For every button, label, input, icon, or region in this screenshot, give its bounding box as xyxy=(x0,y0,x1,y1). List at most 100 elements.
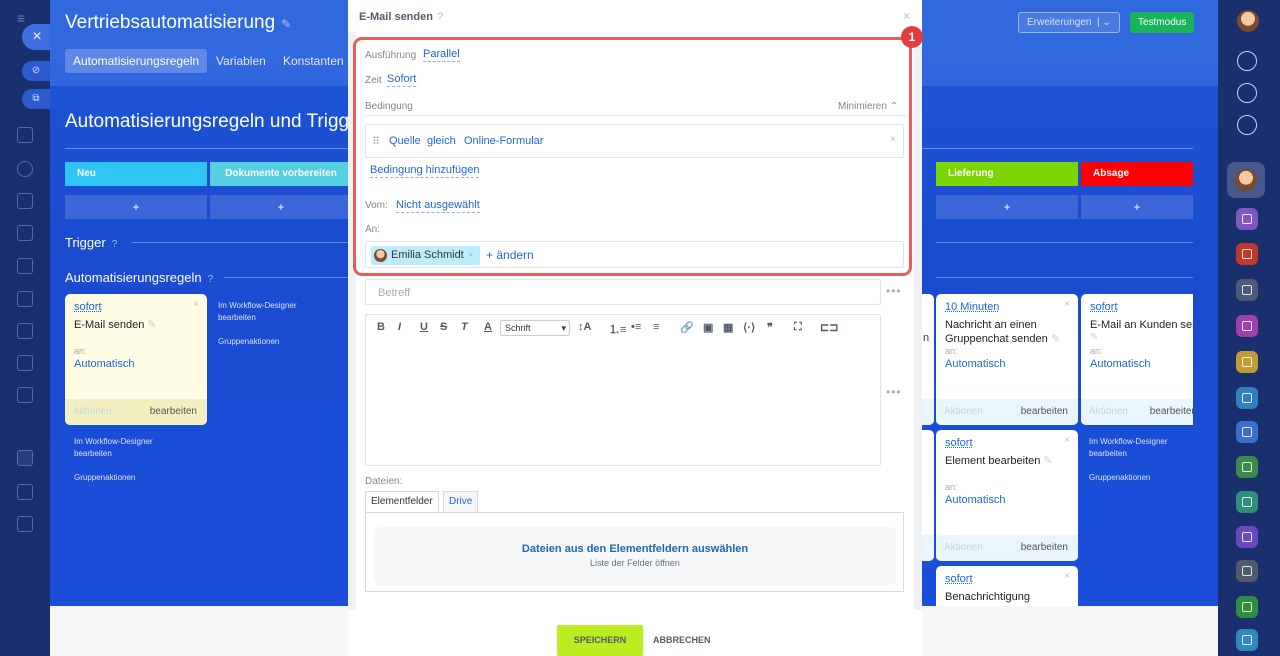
workflow-designer-link[interactable]: Im Workflow-Designer bearbeiten xyxy=(218,300,318,324)
task-icon[interactable] xyxy=(1236,456,1258,478)
tab-variables[interactable]: Variablen xyxy=(208,49,274,73)
image-icon[interactable]: ▣ xyxy=(703,321,713,334)
add-rule-button[interactable]: + xyxy=(1081,195,1193,219)
edit-pencil-icon[interactable]: ✎ xyxy=(1043,455,1052,467)
calendar-icon[interactable] xyxy=(17,387,33,403)
file-picker[interactable]: Dateien aus den Elementfeldern auswählen… xyxy=(374,527,896,585)
source-icon[interactable]: ⊏⊐ xyxy=(820,321,838,334)
more-options-icon[interactable]: ••• xyxy=(886,284,902,298)
feed-icon[interactable] xyxy=(17,127,33,143)
rule-delay[interactable]: sofort xyxy=(945,573,973,585)
rule-card[interactable]: sofort × Element bearbeiten ✎ an: Automa… xyxy=(936,430,1078,561)
copilot-icon[interactable] xyxy=(1237,83,1257,103)
rule-delay[interactable]: sofort xyxy=(1090,301,1118,313)
rule-delay[interactable]: 10 Minuten xyxy=(945,301,999,313)
ordered-list-button[interactable]: ⒈≡ xyxy=(609,321,626,337)
more-options-icon[interactable]: ••• xyxy=(886,385,902,399)
cart-icon[interactable] xyxy=(17,580,33,596)
user-avatar[interactable] xyxy=(1237,10,1259,32)
chat-icon[interactable] xyxy=(1236,526,1258,548)
rule-card[interactable]: sofort E-Mail an Kunden senden ✎ an: Aut… xyxy=(1081,294,1197,425)
tab-constants[interactable]: Konstanten xyxy=(275,49,352,73)
tab-automation-rules[interactable]: Automatisierungsregeln xyxy=(65,49,208,73)
edit-pencil-icon[interactable]: ✎ xyxy=(147,319,156,331)
documents-icon[interactable] xyxy=(17,225,33,241)
pin-icon[interactable]: ✎ xyxy=(281,17,291,31)
contact-avatar[interactable] xyxy=(1235,169,1257,191)
task-icon[interactable] xyxy=(1236,560,1258,582)
search-chat-icon[interactable] xyxy=(1237,115,1257,135)
cancel-button[interactable]: ABBRECHEN xyxy=(653,625,711,656)
edit-pencil-icon[interactable]: ✎ xyxy=(1090,332,1098,343)
task-icon[interactable] xyxy=(1236,243,1258,265)
rule-card[interactable]: sofort × E-Mail senden ✎ an: Automatisch… xyxy=(65,294,207,425)
automation-icon[interactable] xyxy=(17,450,33,466)
italic-button[interactable]: I xyxy=(398,321,401,333)
group-actions-link[interactable]: Gruppenaktionen xyxy=(1089,472,1150,484)
help-icon[interactable]: ? xyxy=(208,274,214,285)
extensions-button[interactable]: Erweiterungen | ⌄ xyxy=(1018,12,1120,33)
group-actions-link[interactable]: Gruppenaktionen xyxy=(74,472,135,484)
edit-link[interactable]: bearbeiten xyxy=(1150,399,1197,425)
open-fields-list-link[interactable]: Liste der Felder öffnen xyxy=(374,558,896,568)
sites-icon[interactable] xyxy=(17,258,33,274)
bullet-list-button[interactable]: •≡ xyxy=(631,321,641,333)
inventory-icon[interactable] xyxy=(17,516,33,532)
text-color-button[interactable]: A xyxy=(484,321,492,333)
help-icon[interactable]: ? xyxy=(437,11,443,23)
group-actions-link[interactable]: Gruppenaktionen xyxy=(218,336,279,348)
actions-link[interactable]: Aktionen xyxy=(944,535,983,561)
font-size-button[interactable]: ↕A xyxy=(578,321,591,333)
task-icon[interactable] xyxy=(1236,596,1258,618)
stage-delivery[interactable]: Lieferung xyxy=(936,162,1078,186)
test-mode-button[interactable]: Testmodus xyxy=(1130,12,1195,33)
recipient-value[interactable]: Automatisch xyxy=(1090,358,1151,370)
edit-pencil-icon[interactable]: ✎ xyxy=(1051,333,1060,345)
add-rule-button[interactable]: + xyxy=(65,195,207,219)
clear-format-button[interactable]: T xyxy=(461,321,468,333)
close-icon[interactable]: × xyxy=(1064,571,1070,582)
strikethrough-button[interactable]: S xyxy=(440,321,447,333)
notifications-icon[interactable] xyxy=(1237,51,1257,71)
code-icon[interactable]: ⟨·⟩ xyxy=(743,321,755,334)
link-icon[interactable]: ⊘ xyxy=(22,61,50,81)
quote-icon[interactable]: ❞ xyxy=(767,321,773,334)
actions-link[interactable]: Aktionen xyxy=(1089,399,1128,425)
stage-new[interactable]: Neu xyxy=(65,162,207,186)
fullscreen-icon[interactable]: ⛶ xyxy=(794,321,802,334)
link-icon[interactable]: 🔗 xyxy=(680,321,694,334)
tasks-icon[interactable] xyxy=(17,291,33,307)
sign-icon[interactable] xyxy=(17,419,33,435)
actions-link[interactable]: Aktionen xyxy=(944,399,983,425)
analytics-icon[interactable] xyxy=(17,548,33,564)
edit-link[interactable]: bearbeiten xyxy=(1021,399,1068,425)
underline-button[interactable]: U xyxy=(420,321,428,333)
chat-icon[interactable] xyxy=(1236,208,1258,230)
store-icon[interactable] xyxy=(17,484,33,500)
crm-icon[interactable] xyxy=(17,193,33,209)
add-rule-button[interactable]: + xyxy=(936,195,1078,219)
tab-element-fields[interactable]: Elementfelder xyxy=(365,491,439,513)
rule-delay[interactable]: sofort xyxy=(945,437,973,449)
rule-card[interactable]: sofort × Benachrichtigung xyxy=(936,566,1078,606)
recipient-value[interactable]: Automatisch xyxy=(74,358,135,370)
task-icon[interactable] xyxy=(1236,315,1258,337)
chat-icon[interactable] xyxy=(17,323,33,339)
contacts-icon[interactable] xyxy=(17,161,33,177)
bold-button[interactable]: B xyxy=(377,321,385,333)
align-button[interactable]: ≡ xyxy=(653,321,659,333)
actions-link[interactable]: Aktionen xyxy=(73,399,112,425)
close-icon[interactable]: × xyxy=(1064,435,1070,446)
task-icon[interactable] xyxy=(1236,629,1258,651)
edit-link[interactable]: bearbeiten xyxy=(150,399,197,425)
stage-prepare-documents[interactable]: Dokumente vorbereiten xyxy=(210,162,352,186)
select-files-link[interactable]: Dateien aus den Elementfeldern auswählen xyxy=(374,543,896,555)
close-slider-button[interactable]: × xyxy=(22,24,52,50)
task-icon[interactable] xyxy=(1236,387,1258,409)
contact-tile[interactable] xyxy=(1227,162,1265,198)
recipient-value[interactable]: Automatisch xyxy=(945,358,1006,370)
rule-delay[interactable]: sofort xyxy=(74,301,102,313)
edit-link[interactable]: bearbeiten xyxy=(1021,535,1068,561)
task-icon[interactable] xyxy=(1236,491,1258,513)
workflow-designer-link[interactable]: Im Workflow-Designer bearbeiten xyxy=(74,436,184,460)
